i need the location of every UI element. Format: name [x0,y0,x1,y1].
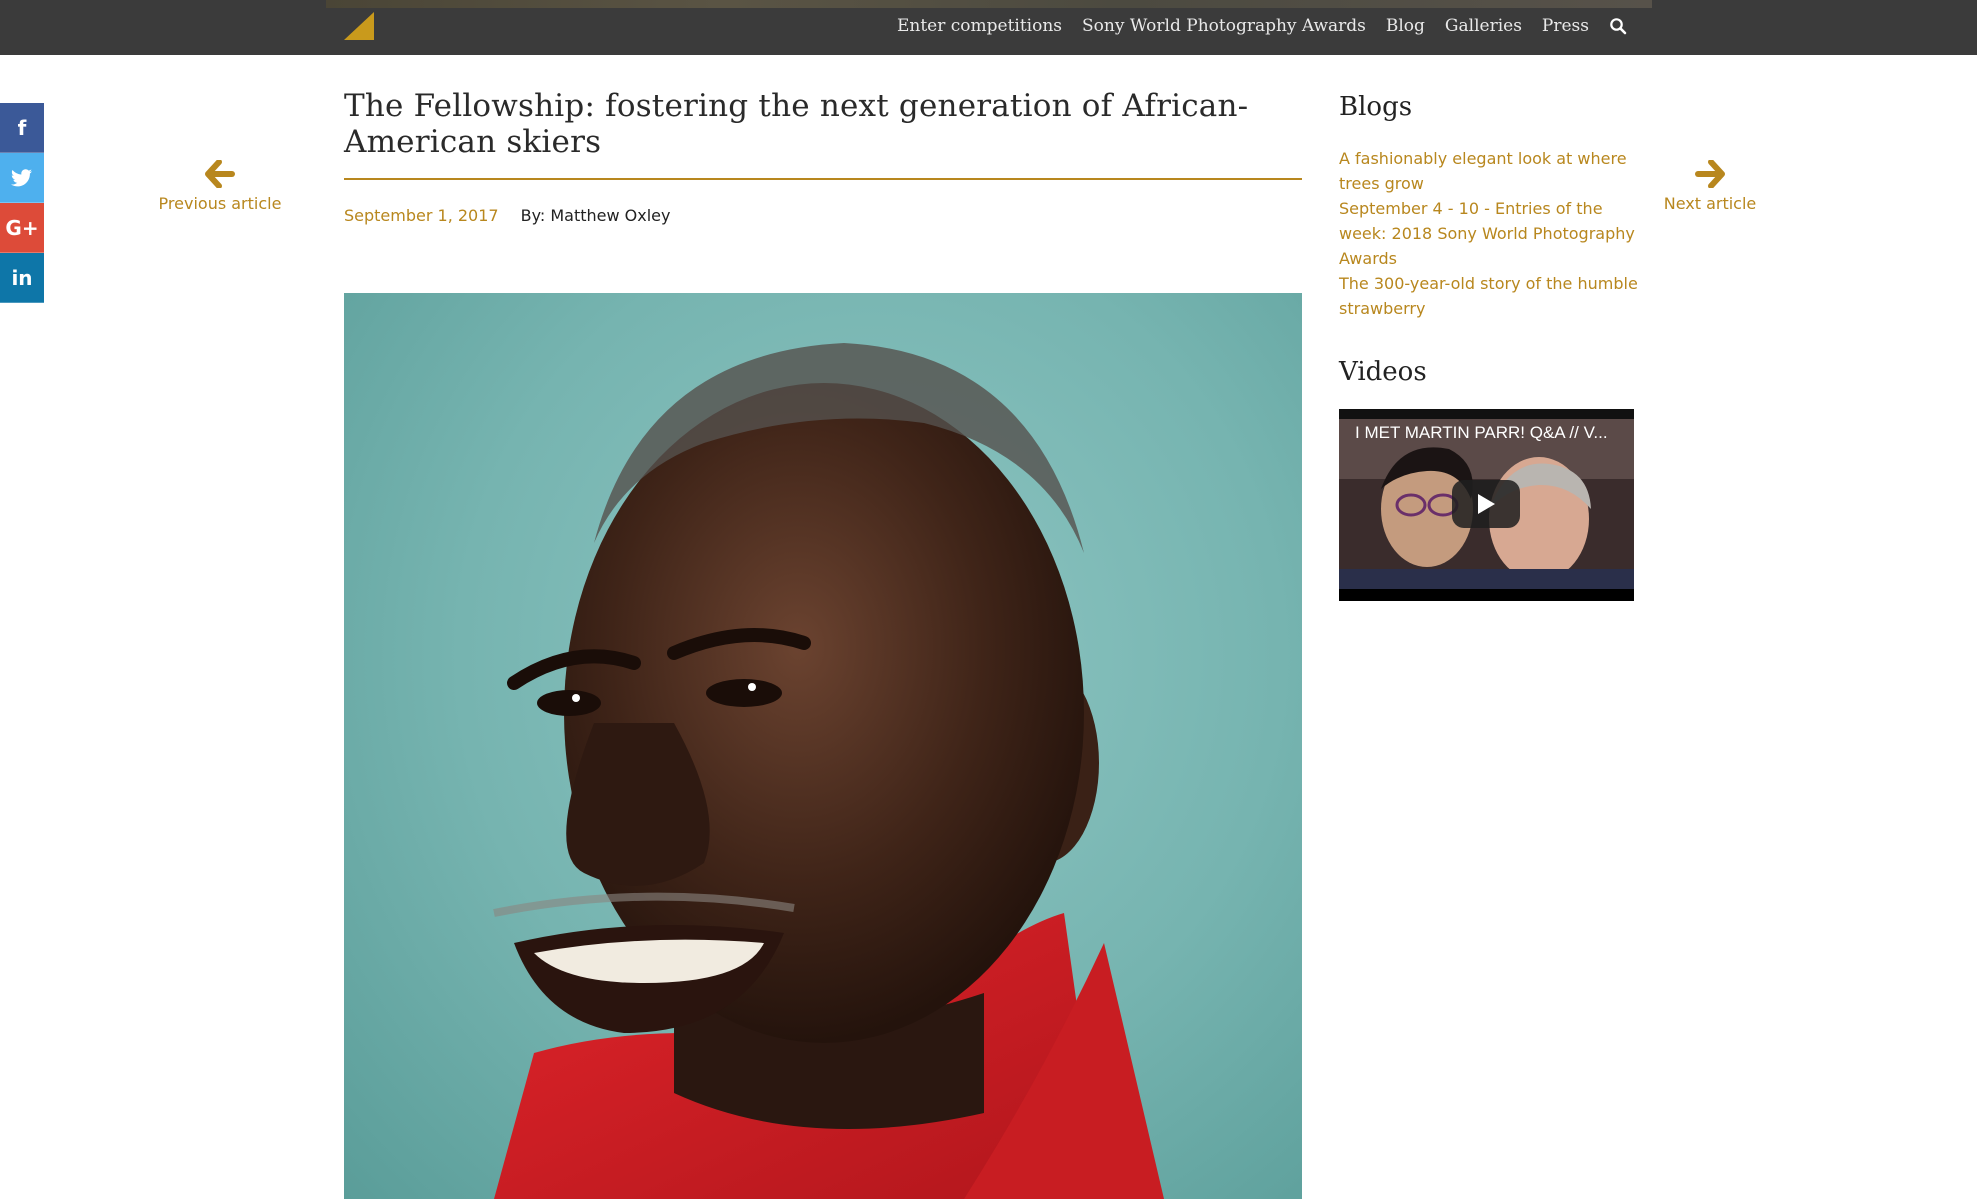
search-icon[interactable] [1609,17,1627,35]
facebook-share-button[interactable]: f [0,103,44,153]
video-title: I MET MARTIN PARR! Q&A // V... [1355,423,1608,442]
linkedin-share-button[interactable]: in [0,253,44,303]
google-plus-share-button[interactable]: G+ [0,203,44,253]
play-icon [1478,494,1495,514]
article-hero-image [344,293,1302,1199]
article-title: The Fellowship: fostering the next gener… [344,88,1249,160]
article-meta: September 1, 2017 By: Matthew Oxley [344,206,1302,225]
portrait-illustration [493,343,1164,1199]
main-nav: Enter competitions Sony World Photograph… [897,16,1627,36]
blog-link[interactable]: The 300-year-old story of the humble str… [1339,271,1639,321]
logo-icon[interactable] [344,12,374,40]
top-navigation-bar: Enter competitions Sony World Photograph… [0,0,1977,55]
blog-link[interactable]: September 4 - 10 - Entries of the week: … [1339,196,1639,271]
video-player[interactable]: I MET MARTIN PARR! Q&A // V... [1339,409,1634,601]
next-article-label: Next article [1663,194,1757,213]
nav-blog[interactable]: Blog [1386,16,1425,36]
twitter-share-button[interactable] [0,153,44,203]
title-divider [344,178,1302,180]
play-button[interactable] [1452,480,1520,528]
nav-enter-competitions[interactable]: Enter competitions [897,16,1062,36]
next-article-link[interactable]: Next article [1640,160,1780,213]
arrow-right-icon [1695,160,1725,188]
article-byline: By: Matthew Oxley [520,206,671,225]
article-date: September 1, 2017 [344,206,499,225]
nav-press[interactable]: Press [1542,16,1589,36]
nav-sony-world-photography-awards[interactable]: Sony World Photography Awards [1082,16,1366,36]
previous-article-label: Previous article [158,194,282,213]
blogs-heading: Blogs [1339,92,1413,122]
blog-list: A fashionably elegant look at where tree… [1339,146,1639,321]
twitter-icon [11,168,32,186]
nav-galleries[interactable]: Galleries [1445,16,1522,36]
arrow-left-icon [205,160,235,188]
videos-heading: Videos [1339,357,1427,387]
previous-article-link[interactable]: Previous article [150,160,290,213]
blog-link[interactable]: A fashionably elegant look at where tree… [1339,146,1639,196]
header-image-strip [326,0,1652,8]
article-header: The Fellowship: fostering the next gener… [344,88,1302,225]
sidebar: Blogs A fashionably elegant look at wher… [1339,92,1639,601]
social-share-rail: f G+ in [0,103,44,303]
